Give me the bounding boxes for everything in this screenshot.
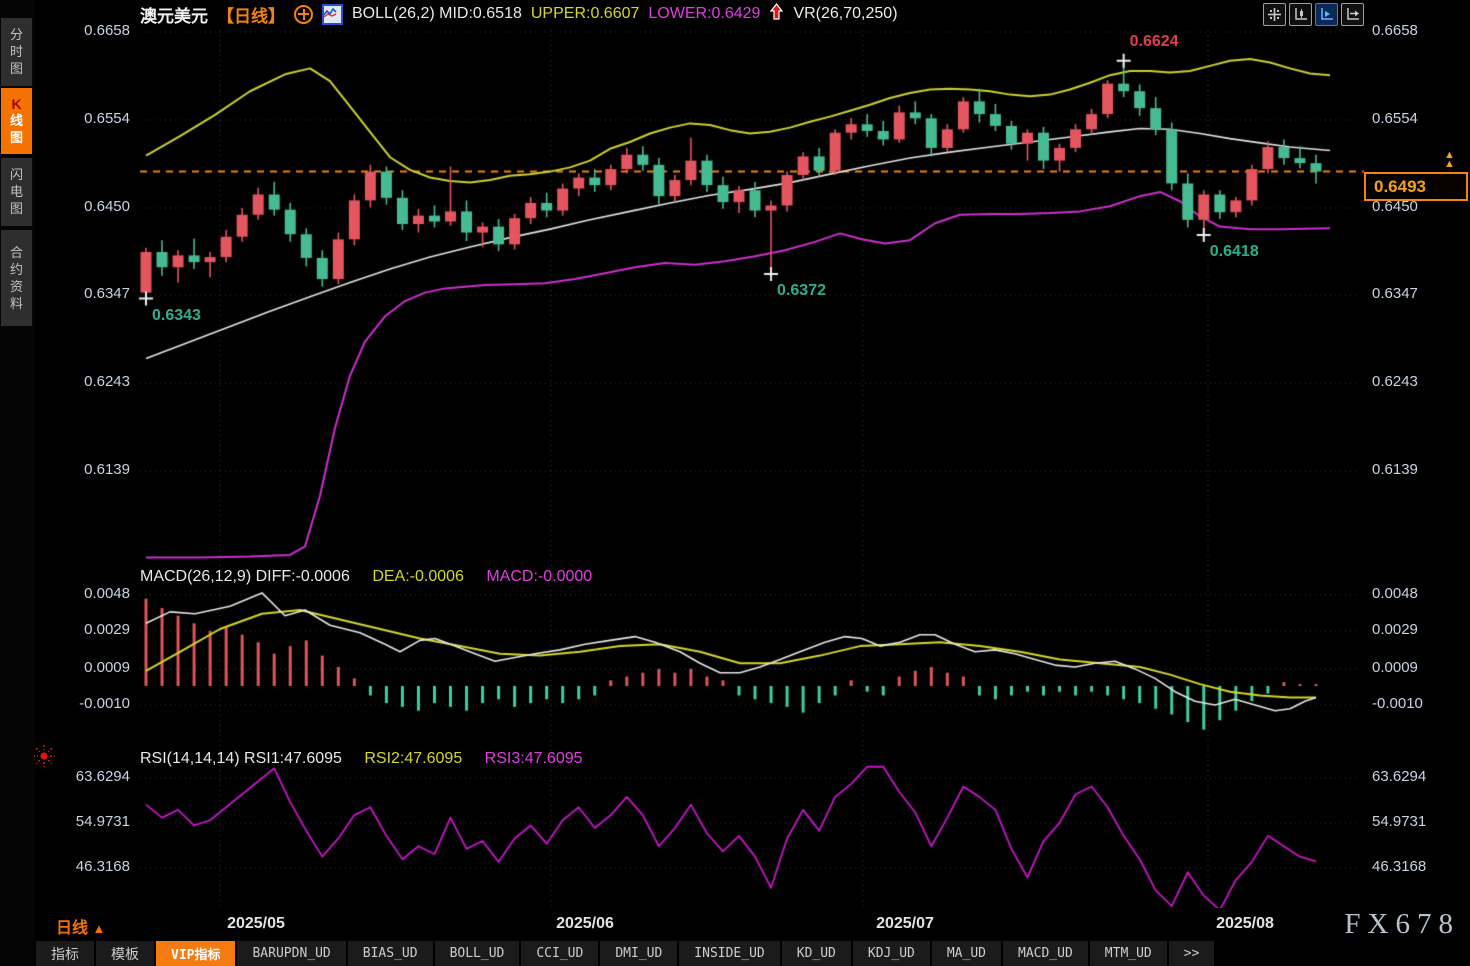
indicator-tab-模板[interactable]: 模板 xyxy=(96,941,154,966)
x-axis-strip: 日线 ▲ 2025/05 2025/06 2025/07 2025/08 FX678 xyxy=(34,908,1470,940)
indicator-tab-kdud[interactable]: KD_UD xyxy=(782,941,851,966)
sidebar-tab-char: 时 xyxy=(10,44,23,60)
add-circle-icon[interactable] xyxy=(294,5,313,24)
macd-macd-label: MACD:-0.0000 xyxy=(486,568,592,585)
sidebar-tab-char: 分 xyxy=(10,27,23,43)
indicator-tab-[interactable]: >> xyxy=(1169,941,1215,966)
price-up-chevrons-icon: ▲▲ xyxy=(1444,151,1455,169)
chart-header: 澳元美元 【日线】 BOLL(26,2) MID:0.6518 UPPER:0.… xyxy=(140,2,898,26)
month-axis-label: 2025/06 xyxy=(556,915,614,933)
sidebar-tab-char: 电 xyxy=(10,184,23,200)
timeframe-label: 【日线】 xyxy=(217,2,285,27)
month-axis-label: 2025/07 xyxy=(876,915,934,933)
sidebar-tab-char: 约 xyxy=(10,262,23,278)
indicator-tab-barupdnud[interactable]: BARUPDN_UD xyxy=(237,941,345,966)
indicator-tab-指标[interactable]: 指标 xyxy=(36,941,94,966)
sidebar-tab-char: 图 xyxy=(10,201,23,217)
indicator-tab-dmiud[interactable]: DMI_UD xyxy=(600,941,677,966)
sidebar-tab-2[interactable]: K线图 xyxy=(1,88,32,154)
boll-upper-label: UPPER:0.6607 xyxy=(531,5,640,23)
sidebar-tab-3[interactable]: 闪电图 xyxy=(1,158,32,226)
period-dropdown[interactable]: 日线 ▲ xyxy=(56,914,105,938)
sidebar-tab-char: 资 xyxy=(10,279,23,295)
vr-indicator-label: VR(26,70,250) xyxy=(793,5,897,23)
current-price-box: 0.6493 xyxy=(1364,172,1468,201)
rsi2-label: RSI2:47.6095 xyxy=(364,750,462,767)
axis-shift-icon[interactable] xyxy=(1341,3,1364,26)
axis-scale-icon[interactable] xyxy=(1289,3,1312,26)
sidebar-tab-1[interactable]: 分时图 xyxy=(1,18,32,86)
sidebar-tab-char: 图 xyxy=(10,130,23,146)
boll-lower-label: LOWER:0.6429 xyxy=(648,5,760,23)
alert-burst-icon[interactable] xyxy=(32,744,56,773)
watermark-logo: FX678 xyxy=(1344,908,1460,941)
sidebar-tab-char: 闪 xyxy=(10,167,23,183)
indicator-tab-insideud[interactable]: INSIDE_UD xyxy=(679,941,779,966)
pan-tool-icon[interactable] xyxy=(1263,3,1286,26)
indicator-tab-kdjud[interactable]: KDJ_UD xyxy=(853,941,930,966)
indicator-tab-vip指标[interactable]: VIP指标 xyxy=(156,941,235,966)
triangle-up-icon: ▲ xyxy=(92,921,105,936)
trading-app-window: { "header": { "title": "澳元美元", "period":… xyxy=(0,0,1470,966)
rsi-header: RSI(14,14,14) RSI1:47.6095 RSI2:47.6095 … xyxy=(140,750,583,768)
rsi3-label: RSI3:47.6095 xyxy=(485,750,583,767)
indicator-tab-biasud[interactable]: BIAS_UD xyxy=(348,941,433,966)
boll-indicator-label: BOLL(26,2) MID:0.6518 xyxy=(352,5,522,23)
axis-auto-icon[interactable] xyxy=(1315,3,1338,26)
sidebar-tab-char: K xyxy=(11,96,21,112)
macd-label: MACD(26,12,9) DIFF:-0.0006 xyxy=(140,568,350,585)
current-price-value: 0.6493 xyxy=(1366,177,1426,197)
sidebar-tab-char: 合 xyxy=(10,245,23,261)
month-axis-label: 2025/08 xyxy=(1216,915,1274,933)
macd-header: MACD(26,12,9) DIFF:-0.0006 DEA:-0.0006 M… xyxy=(140,568,592,586)
indicator-tab-macdud[interactable]: MACD_UD xyxy=(1003,941,1088,966)
sidebar-tab-char: 料 xyxy=(10,296,23,312)
chart-toolbar xyxy=(1263,3,1364,26)
red-up-arrow-icon xyxy=(769,3,784,26)
mini-chart-icon xyxy=(322,4,343,25)
rsi1-label: RSI(14,14,14) RSI1:47.6095 xyxy=(140,750,342,767)
candlestick-chart-canvas[interactable] xyxy=(0,0,1470,966)
bottom-indicator-tabbar: 指标模板VIP指标BARUPDN_UDBIAS_UDBOLL_UDCCI_UDD… xyxy=(36,941,1470,966)
indicator-tab-cciud[interactable]: CCI_UD xyxy=(521,941,598,966)
indicator-tab-bollud[interactable]: BOLL_UD xyxy=(435,941,520,966)
sidebar-tab-4[interactable]: 合约资料 xyxy=(1,230,32,326)
sidebar-tab-char: 图 xyxy=(10,61,23,77)
left-sidebar: 分时图K线图闪电图合约资料 xyxy=(0,0,34,966)
instrument-title: 澳元美元 xyxy=(140,2,208,27)
month-axis-label: 2025/05 xyxy=(227,915,285,933)
sidebar-tab-char: 线 xyxy=(10,113,23,129)
macd-dea-label: DEA:-0.0006 xyxy=(372,568,464,585)
indicator-tab-maud[interactable]: MA_UD xyxy=(932,941,1001,966)
indicator-tab-mtmud[interactable]: MTM_UD xyxy=(1090,941,1167,966)
